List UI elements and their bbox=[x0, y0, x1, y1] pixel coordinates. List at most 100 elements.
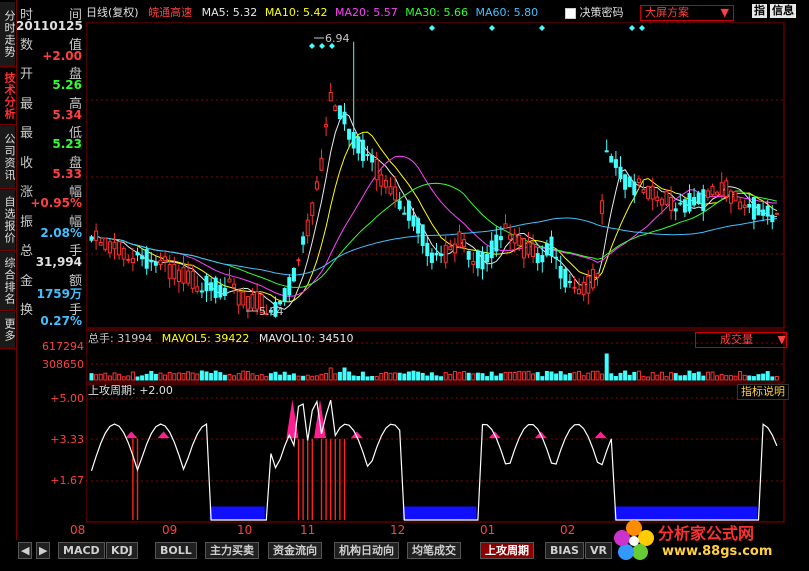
candlesticks[interactable] bbox=[89, 41, 779, 319]
candle-body[interactable] bbox=[448, 246, 453, 251]
candle-body[interactable] bbox=[531, 243, 536, 257]
candle-body[interactable] bbox=[738, 201, 743, 210]
candle-body[interactable] bbox=[287, 277, 292, 296]
candle-body[interactable] bbox=[232, 283, 237, 288]
candle-body[interactable] bbox=[429, 252, 434, 263]
tab-主力买卖[interactable]: 主力买卖 bbox=[205, 542, 259, 559]
candle-body[interactable] bbox=[512, 233, 517, 244]
candle-body[interactable] bbox=[586, 275, 591, 294]
candle-body[interactable] bbox=[360, 139, 365, 161]
candle-body[interactable] bbox=[140, 255, 145, 260]
candle-body[interactable] bbox=[669, 197, 674, 211]
candle-body[interactable] bbox=[655, 196, 660, 202]
candle-body[interactable] bbox=[756, 204, 761, 216]
candle-body[interactable] bbox=[149, 260, 154, 263]
candle-body[interactable] bbox=[581, 281, 586, 295]
candle-body[interactable] bbox=[291, 268, 296, 282]
candle-body[interactable] bbox=[172, 263, 177, 280]
candle-body[interactable] bbox=[333, 105, 338, 112]
candle-body[interactable] bbox=[678, 202, 683, 205]
candle-body[interactable] bbox=[613, 159, 618, 168]
tab-company-info[interactable]: 公司资讯 bbox=[0, 126, 16, 189]
candle-body[interactable] bbox=[319, 157, 324, 171]
candle-body[interactable] bbox=[158, 259, 163, 265]
candle-body[interactable] bbox=[163, 256, 168, 262]
candle-body[interactable] bbox=[609, 156, 614, 163]
candle-body[interactable] bbox=[135, 252, 140, 256]
candle-body[interactable] bbox=[425, 242, 430, 257]
candle-body[interactable] bbox=[618, 166, 623, 180]
candle-body[interactable] bbox=[452, 243, 457, 254]
volume-selector[interactable]: 成交量 ▼ bbox=[695, 332, 787, 348]
candle-body[interactable] bbox=[342, 111, 347, 125]
candle-body[interactable] bbox=[508, 234, 513, 240]
event-marker-icon[interactable] bbox=[489, 25, 495, 31]
candle-body[interactable] bbox=[774, 212, 779, 215]
tab-technical[interactable]: 技术分析 bbox=[0, 68, 16, 125]
tab-more[interactable]: 更多 bbox=[0, 312, 16, 349]
candle-body[interactable] bbox=[563, 268, 568, 288]
indicator-help-button[interactable]: 指标说明 bbox=[737, 384, 789, 400]
tab-上攻周期[interactable]: 上攻周期 bbox=[480, 542, 534, 559]
candle-body[interactable] bbox=[719, 182, 724, 196]
candle-body[interactable] bbox=[397, 200, 402, 210]
candle-body[interactable] bbox=[627, 176, 632, 187]
candle-body[interactable] bbox=[130, 257, 135, 264]
candle-body[interactable] bbox=[227, 278, 232, 283]
candle-body[interactable] bbox=[632, 181, 637, 196]
candle-body[interactable] bbox=[521, 238, 526, 259]
event-marker-icon[interactable] bbox=[539, 25, 545, 31]
scroll-left-icon[interactable]: ◀ bbox=[18, 542, 33, 559]
checkbox-icon[interactable] bbox=[565, 7, 576, 19]
candle-body[interactable] bbox=[742, 204, 747, 209]
candle-body[interactable] bbox=[245, 296, 250, 310]
candle-body[interactable] bbox=[572, 286, 577, 289]
candle-body[interactable] bbox=[517, 234, 522, 246]
candle-body[interactable] bbox=[595, 273, 600, 278]
candle-body[interactable] bbox=[89, 236, 94, 241]
candle-body[interactable] bbox=[770, 214, 775, 223]
candle-body[interactable] bbox=[480, 251, 485, 270]
candle-body[interactable] bbox=[646, 185, 651, 199]
candle-body[interactable] bbox=[347, 128, 352, 140]
candle-body[interactable] bbox=[296, 259, 301, 262]
candle-body[interactable] bbox=[406, 200, 411, 221]
candle-body[interactable] bbox=[98, 241, 103, 246]
tab-ranking[interactable]: 综合排名 bbox=[0, 252, 16, 311]
candle-body[interactable] bbox=[250, 293, 255, 309]
candle-body[interactable] bbox=[728, 190, 733, 204]
event-marker-icon[interactable] bbox=[429, 25, 435, 31]
candle-body[interactable] bbox=[765, 205, 770, 217]
candle-body[interactable] bbox=[337, 105, 342, 120]
candle-body[interactable] bbox=[600, 200, 605, 214]
candle-body[interactable] bbox=[623, 174, 628, 190]
candle-body[interactable] bbox=[351, 132, 356, 149]
candle-body[interactable] bbox=[324, 124, 329, 128]
candle-body[interactable] bbox=[190, 270, 195, 289]
candle-body[interactable] bbox=[747, 204, 752, 208]
candle-body[interactable] bbox=[724, 180, 729, 197]
candle-body[interactable] bbox=[167, 264, 172, 279]
tab-vr[interactable]: VR bbox=[585, 542, 612, 559]
candle-body[interactable] bbox=[462, 239, 467, 248]
candle-body[interactable] bbox=[710, 185, 715, 196]
candle-body[interactable] bbox=[222, 287, 227, 296]
candle-body[interactable] bbox=[554, 256, 559, 259]
candle-body[interactable] bbox=[107, 241, 112, 254]
candle-body[interactable] bbox=[379, 174, 384, 187]
candle-body[interactable] bbox=[457, 231, 462, 248]
candle-body[interactable] bbox=[466, 250, 471, 260]
candle-body[interactable] bbox=[475, 250, 480, 269]
candle-body[interactable] bbox=[733, 190, 738, 202]
tab-macd[interactable]: MACD bbox=[58, 542, 105, 559]
candle-body[interactable] bbox=[374, 159, 379, 181]
candle-body[interactable] bbox=[526, 241, 531, 255]
candle-body[interactable] bbox=[383, 179, 388, 188]
tab-bias[interactable]: BIAS bbox=[545, 542, 584, 559]
candle-body[interactable] bbox=[489, 240, 494, 259]
event-markers[interactable] bbox=[309, 25, 645, 49]
candle-body[interactable] bbox=[664, 191, 669, 205]
candle-body[interactable] bbox=[365, 154, 370, 157]
candle-body[interactable] bbox=[439, 253, 444, 257]
candle-body[interactable] bbox=[117, 241, 122, 256]
